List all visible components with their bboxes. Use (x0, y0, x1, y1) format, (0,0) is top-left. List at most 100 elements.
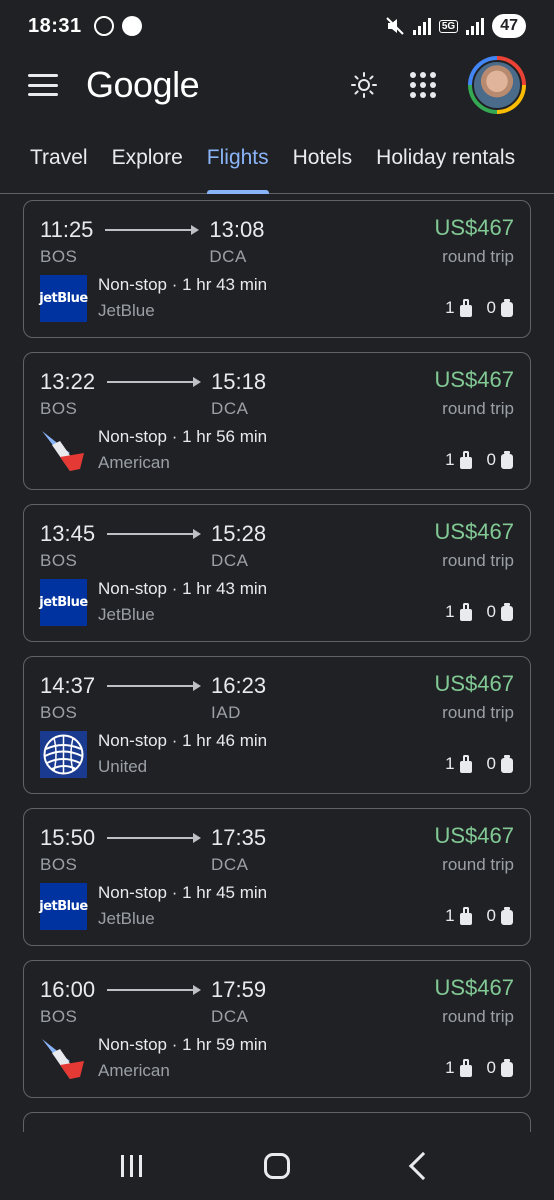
flight-card-partial[interactable] (23, 1112, 531, 1132)
arrival-time: 13:08 (209, 217, 265, 242)
theme-sun-icon[interactable] (350, 71, 378, 99)
destination-airport: IAD (211, 703, 241, 722)
baggage-info: 10 (445, 298, 514, 318)
back-icon[interactable] (408, 1151, 437, 1181)
route-arrow-icon (107, 985, 202, 995)
carry-on-count: 1 (445, 906, 455, 925)
arrival-time: 15:18 (211, 369, 267, 394)
price: US$467 (434, 367, 514, 392)
route-arrow-icon (107, 833, 202, 843)
google-logo: Google (86, 64, 200, 105)
airline-name: United (98, 757, 148, 776)
stops-duration: Non-stop · 1 hr 43 min (98, 579, 268, 598)
flight-card[interactable]: 13:45 15:28 BOS DCA US$467 round trip jetBlue N… (23, 504, 531, 642)
carry-on-count: 1 (445, 450, 455, 469)
price: US$467 (434, 215, 514, 240)
jetblue-logo: jetBlue (39, 275, 88, 322)
destination-airport: DCA (211, 855, 249, 874)
carry-on-count: 1 (445, 298, 455, 317)
price: US$467 (434, 519, 514, 544)
baggage-info: 10 (445, 754, 514, 774)
airline-name: American (98, 1061, 170, 1080)
airline-name: JetBlue (98, 909, 155, 928)
trip-type: round trip (442, 247, 514, 266)
checked-bag-count: 0 (486, 298, 496, 317)
stops-duration: Non-stop · 1 hr 45 min (98, 883, 268, 902)
tab-holiday-rentals[interactable]: Holiday rentals (376, 128, 515, 194)
departure-time: 13:45 (40, 521, 96, 546)
carry-on-count: 1 (445, 754, 455, 773)
carry-on-bag-icon (459, 299, 473, 317)
destination-airport: DCA (211, 399, 249, 418)
account-status-icon (121, 16, 142, 36)
carry-on-bag-icon (459, 1059, 473, 1077)
departure-time: 16:00 (40, 977, 96, 1002)
checked-bag-count: 0 (486, 602, 496, 621)
tab-flights[interactable]: Flights (206, 128, 269, 194)
origin-airport: BOS (40, 399, 78, 418)
flight-card[interactable]: 15:50 17:35 BOS DCA US$467 round trip jetBlue N… (23, 808, 531, 946)
departure-time: 15:50 (40, 825, 96, 850)
carry-on-bag-icon (459, 603, 473, 621)
recent-apps-icon[interactable] (121, 1155, 143, 1177)
arrival-time: 17:35 (211, 825, 267, 850)
tab-hotels[interactable]: Hotels (293, 128, 353, 194)
tab-travel[interactable]: Travel (30, 128, 88, 194)
carry-on-bag-icon (459, 451, 473, 469)
battery-level: 47 (500, 17, 518, 34)
travel-tabs: Travel Explore Flights Hotels Holiday rental… (0, 128, 554, 194)
flight-card[interactable]: 11:25 13:08 BOS DCA US$467 round trip jetBlue N… (23, 200, 531, 338)
arrival-time: 16:23 (211, 673, 267, 698)
trip-type: round trip (442, 551, 514, 570)
checked-bag-count: 0 (486, 1058, 496, 1077)
baggage-info: 10 (445, 602, 514, 622)
flight-card[interactable]: 13:22 15:18 BOS DCA US$467 round trip Non-stop… (23, 352, 531, 490)
checked-bag-count: 0 (486, 906, 496, 925)
trip-type: round trip (442, 855, 514, 874)
united-airlines-logo (40, 731, 87, 778)
origin-airport: BOS (40, 855, 78, 874)
menu-icon[interactable] (28, 74, 58, 96)
stops-duration: Non-stop · 1 hr 46 min (98, 731, 268, 750)
carry-on-bag-icon (459, 755, 473, 773)
destination-airport: DCA (211, 551, 249, 570)
account-avatar[interactable] (468, 56, 526, 114)
jetblue-logo: jetBlue (39, 579, 88, 626)
checked-bag-icon (500, 907, 514, 925)
departure-time: 14:37 (40, 673, 96, 698)
system-nav-bar (0, 1132, 554, 1200)
airline-name: JetBlue (98, 301, 155, 320)
route-arrow-icon (105, 225, 200, 235)
airline-name: American (98, 453, 170, 472)
mute-icon (386, 17, 404, 35)
flight-card[interactable]: 14:37 16:23 BOS IAD US$467 round trip Non-stop… (23, 656, 531, 794)
carry-on-count: 1 (445, 1058, 455, 1077)
price: US$467 (434, 823, 514, 848)
departure-time: 11:25 (40, 217, 94, 242)
checked-bag-icon (500, 1059, 514, 1077)
origin-airport: BOS (40, 551, 78, 570)
arrival-time: 17:59 (211, 977, 267, 1002)
avatar-photo (472, 60, 522, 110)
signal-icon-2 (466, 17, 485, 35)
baggage-info: 10 (445, 450, 514, 470)
carry-on-count: 1 (445, 602, 455, 621)
stops-duration: Non-stop · 1 hr 59 min (98, 1035, 268, 1054)
apps-grid-icon[interactable] (410, 72, 436, 98)
price: US$467 (434, 975, 514, 1000)
origin-airport: BOS (40, 247, 78, 266)
home-icon[interactable] (264, 1153, 291, 1179)
price: US$467 (434, 671, 514, 696)
american-airlines-logo (40, 427, 87, 474)
origin-airport: BOS (40, 703, 78, 722)
flight-card[interactable]: 16:00 17:59 BOS DCA US$467 round trip Non-stop… (23, 960, 531, 1098)
battery-indicator: 47 (492, 14, 526, 38)
departure-time: 13:22 (40, 369, 96, 394)
network-badge: 5G (438, 19, 459, 33)
carry-on-bag-icon (459, 907, 473, 925)
stops-duration: Non-stop · 1 hr 43 min (98, 275, 268, 294)
checked-bag-icon (500, 755, 514, 773)
signal-icon (412, 17, 431, 35)
destination-airport: DCA (211, 1007, 249, 1026)
tab-explore[interactable]: Explore (112, 128, 183, 194)
